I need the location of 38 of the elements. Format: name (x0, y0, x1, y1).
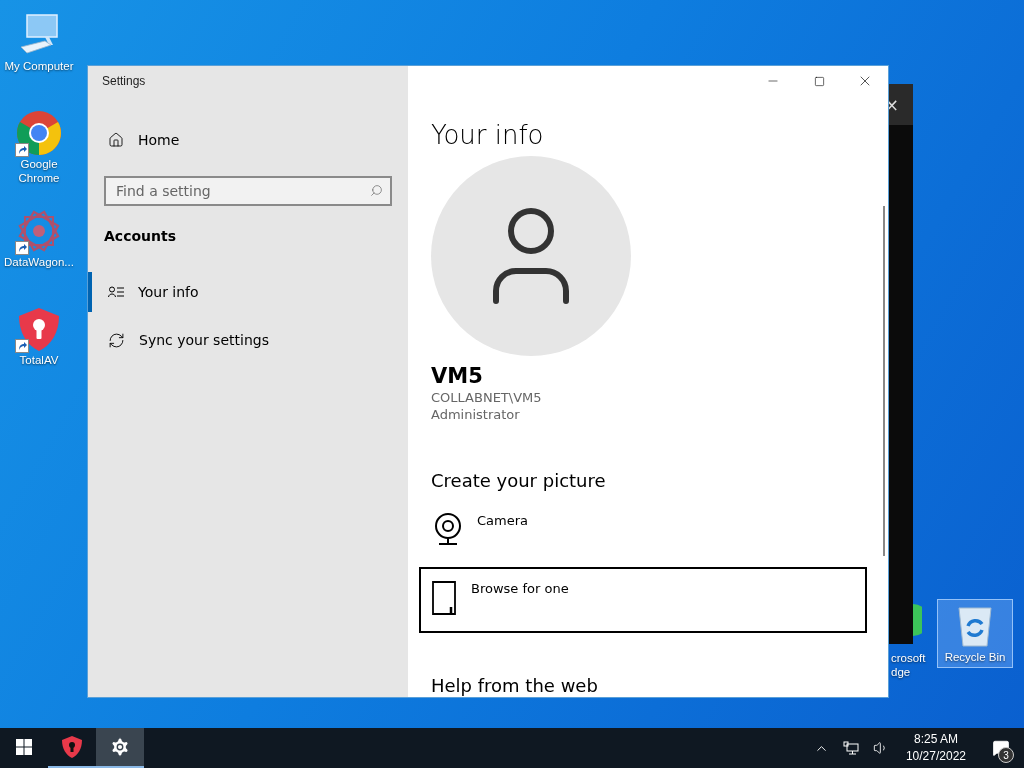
app-icon[interactable] (913, 604, 922, 636)
icon-label: Recycle Bin (944, 650, 1006, 664)
scrollbar[interactable] (883, 206, 885, 556)
person-list-icon (108, 286, 124, 298)
webcam-icon (433, 513, 463, 545)
account-name: COLLABNET\VM5 (431, 390, 543, 405)
nav-item[interactable]: Sync your settings (88, 320, 408, 360)
icon-label: TotalAV (19, 353, 59, 367)
picture-option[interactable]: Browse for one (419, 567, 867, 633)
search-field[interactable]: Find a setting (104, 176, 392, 206)
home-icon (108, 132, 124, 148)
notifications-button[interactable]: 3 (978, 728, 1024, 768)
windows-icon (16, 739, 32, 755)
settings-icon (109, 736, 131, 758)
browser-icon (15, 109, 63, 157)
account-role: Administrator (431, 407, 521, 422)
sync-icon (108, 331, 125, 349)
user-name: VM5 (431, 364, 484, 388)
taskbar-app[interactable] (96, 728, 144, 768)
icon-label: My Computer (4, 59, 74, 73)
search-icon (370, 184, 383, 197)
desktop-icon[interactable]: Recycle Bin (937, 599, 1013, 668)
section-heading: Create your picture (431, 470, 607, 491)
shield-icon (61, 735, 83, 759)
document-icon (431, 581, 457, 615)
clock[interactable]: 8:25 AM 10/27/2022 (897, 728, 974, 768)
maximize-icon (813, 75, 825, 87)
window-title: Settings (102, 74, 147, 88)
section-heading: Help from the web (431, 675, 599, 696)
desktop-icon[interactable]: TotalAV (0, 302, 78, 392)
icon-label: Google Chrome (17, 157, 61, 185)
desktop-icon[interactable]: DataWagon... (0, 204, 78, 294)
icon-label: DataWagon... (4, 255, 74, 269)
section-heading: Accounts (104, 228, 177, 244)
notification-count: 3 (998, 747, 1014, 763)
page-title: Your info (431, 120, 545, 150)
home-link[interactable]: Home (88, 120, 408, 160)
icon-label[interactable]: crosoft dge (891, 651, 926, 679)
